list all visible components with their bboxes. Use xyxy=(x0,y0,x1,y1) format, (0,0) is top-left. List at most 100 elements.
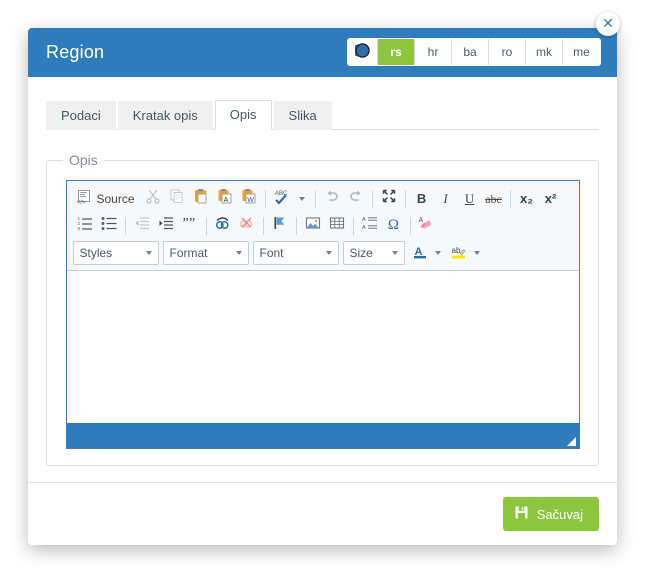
region-modal: Region rs hr ba ro mk me Podaci Kratak o… xyxy=(28,28,617,545)
toolbar-separator xyxy=(262,216,264,235)
copy-button[interactable] xyxy=(166,188,188,210)
image-icon xyxy=(305,215,321,236)
save-button[interactable]: Sačuvaj xyxy=(502,497,599,531)
table-button[interactable] xyxy=(326,215,348,237)
unlink-button[interactable] xyxy=(236,215,258,237)
page-title: Region xyxy=(46,42,105,62)
toolbar-separator xyxy=(124,216,126,235)
tab-podaci[interactable]: Podaci xyxy=(46,101,116,130)
close-button[interactable]: ✕ xyxy=(596,12,620,36)
clipboard-word-icon: W xyxy=(241,188,257,209)
svg-text:3: 3 xyxy=(77,226,80,231)
size-dropdown[interactable]: Size xyxy=(342,241,405,265)
eraser-icon: A xyxy=(418,215,435,236)
flag-anchor-icon xyxy=(272,215,288,236)
paste-from-word-button[interactable]: W xyxy=(238,188,260,210)
editor-content-area[interactable] xyxy=(66,271,579,423)
language-option-me[interactable]: me xyxy=(563,39,600,65)
maximize-icon xyxy=(381,188,397,209)
maximize-button[interactable] xyxy=(378,188,400,210)
clipboard-icon xyxy=(193,188,209,209)
language-option-mk[interactable]: mk xyxy=(526,39,563,65)
table-icon xyxy=(329,215,345,236)
subscript-button[interactable]: x₂ xyxy=(516,188,538,210)
background-color-button[interactable]: ab xyxy=(448,242,485,264)
tab-opis[interactable]: Opis xyxy=(214,100,272,130)
bold-button[interactable]: B xyxy=(411,188,433,210)
rich-text-editor[interactable]: </> Source A W ABC B I U abc x₂ x² 1 2 3… xyxy=(65,180,580,449)
link-button[interactable] xyxy=(212,215,234,237)
underline-button[interactable]: U xyxy=(459,188,481,210)
definition-list-button[interactable]: A A xyxy=(359,215,381,237)
toolbar-separator xyxy=(264,189,266,208)
blockquote-button[interactable]: ” ” xyxy=(179,215,201,237)
modal-footer: Sačuvaj xyxy=(28,482,617,545)
outdent-button[interactable] xyxy=(131,215,153,237)
indent-button[interactable] xyxy=(155,215,177,237)
source-button-label: Source xyxy=(96,191,135,206)
svg-text:W: W xyxy=(247,197,254,204)
svg-text:A: A xyxy=(223,197,228,204)
spellcheck-button[interactable]: ABC xyxy=(271,188,310,210)
text-color-icon: A xyxy=(413,244,428,263)
chevron-down-icon xyxy=(325,251,332,255)
styles-dropdown[interactable]: Styles xyxy=(72,241,159,265)
numbered-list-button[interactable]: 1 2 3 xyxy=(74,215,96,237)
paste-button[interactable] xyxy=(190,188,212,210)
language-switcher[interactable]: rs hr ba ro mk me xyxy=(347,38,601,66)
redo-button[interactable] xyxy=(345,188,367,210)
link-chain-icon xyxy=(214,215,231,236)
modal-header: Region rs hr ba ro mk me xyxy=(28,28,617,77)
editor-toolbar-row-3: Styles Format Font Size A ab xyxy=(72,239,577,267)
language-option-hr[interactable]: hr xyxy=(415,39,452,65)
clipboard-text-icon: A xyxy=(217,188,233,209)
strikethrough-button[interactable]: abc xyxy=(483,188,505,210)
resize-grip[interactable] xyxy=(566,437,576,446)
undo-button[interactable] xyxy=(321,188,343,210)
toolbar-separator xyxy=(205,216,207,235)
undo-arrow-icon xyxy=(324,188,340,209)
definition-list-icon: A A xyxy=(362,215,378,236)
chevron-down-icon xyxy=(235,251,242,255)
tab-slika[interactable]: Slika xyxy=(273,101,332,130)
strikethrough-label: abc xyxy=(485,191,502,206)
toolbar-separator xyxy=(509,189,511,208)
omega-icon: Ω xyxy=(387,217,400,233)
font-dropdown[interactable]: Font xyxy=(252,241,339,265)
fieldset-legend: Opis xyxy=(69,152,98,168)
tab-bar: Podaci Kratak opis Opis Slika xyxy=(46,97,599,130)
superscript-button[interactable]: x² xyxy=(540,188,562,210)
svg-text:”: ” xyxy=(182,216,188,231)
svg-text:A: A xyxy=(362,225,366,231)
italic-button[interactable]: I xyxy=(435,188,457,210)
outdent-icon xyxy=(134,215,150,236)
format-dropdown-label: Format xyxy=(169,246,208,260)
text-color-button[interactable]: A xyxy=(410,242,446,264)
paste-as-text-button[interactable]: A xyxy=(214,188,236,210)
svg-text:ab: ab xyxy=(451,246,460,255)
language-globe-button[interactable] xyxy=(348,39,378,65)
toolbar-separator xyxy=(371,189,373,208)
chevron-down-icon xyxy=(298,196,305,201)
source-button[interactable]: </> Source xyxy=(74,188,140,210)
language-option-rs[interactable]: rs xyxy=(378,39,415,65)
language-option-ro[interactable]: ro xyxy=(489,39,526,65)
format-dropdown[interactable]: Format xyxy=(162,241,249,265)
svg-text:”: ” xyxy=(189,216,195,231)
special-char-button[interactable]: Ω xyxy=(383,215,405,237)
bulleted-list-button[interactable] xyxy=(98,215,120,237)
remove-format-button[interactable]: A xyxy=(416,215,438,237)
chevron-down-icon xyxy=(145,251,152,255)
size-dropdown-label: Size xyxy=(349,246,373,260)
tab-kratak-opis[interactable]: Kratak opis xyxy=(117,101,213,130)
language-option-ba[interactable]: ba xyxy=(452,39,489,65)
image-button[interactable] xyxy=(302,215,324,237)
indent-icon xyxy=(158,215,174,236)
anchor-button[interactable] xyxy=(269,215,291,237)
bold-label: B xyxy=(416,191,427,206)
cut-button[interactable] xyxy=(142,188,164,210)
toolbar-separator xyxy=(314,189,316,208)
numbered-list-icon: 1 2 3 xyxy=(77,215,93,236)
chevron-down-icon xyxy=(391,251,398,255)
opis-fieldset: Opis </> Source A W ABC B I U abc x₂ x² … xyxy=(46,152,599,466)
